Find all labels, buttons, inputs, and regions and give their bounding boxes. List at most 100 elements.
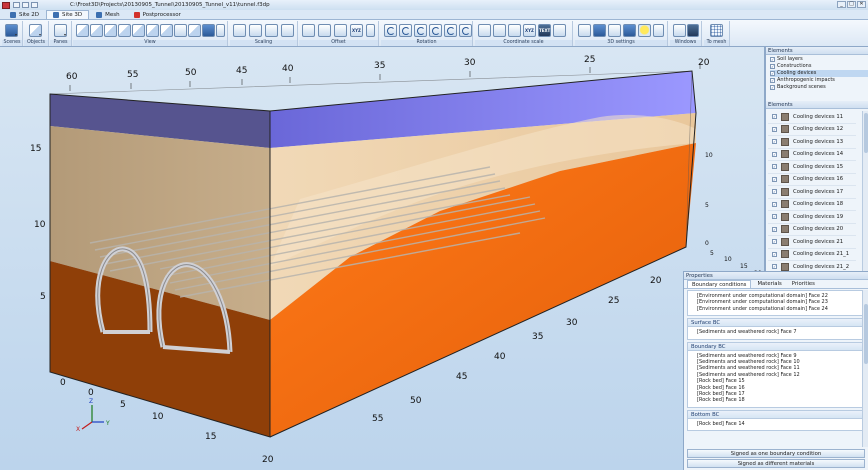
zoom-window-button[interactable] [249, 24, 262, 37]
rotate-neg-y-icon[interactable] [444, 24, 457, 37]
checkbox[interactable]: ✓ [772, 189, 777, 195]
view-perspective-button[interactable] [188, 24, 201, 37]
checkbox[interactable]: ✓ [772, 164, 777, 170]
properties-scrollbar[interactable] [862, 290, 868, 447]
tree-item-soil-layers[interactable]: ✓ Soil layers [770, 56, 868, 63]
tab-site-3d[interactable]: Site 3D [46, 10, 90, 19]
face-item[interactable]: [Rock bed] Face 14 [697, 421, 864, 427]
checkbox[interactable]: ✓ [772, 239, 777, 245]
panes-button[interactable] [54, 24, 67, 37]
list-item[interactable]: ✓ Cooling devices 15 [768, 161, 856, 174]
zoom-fit-button[interactable] [233, 24, 246, 37]
rotate-x-icon[interactable] [384, 24, 397, 37]
tree-item-constructions[interactable]: ✓ Constructions [770, 63, 868, 70]
checkbox[interactable]: ✓ [772, 126, 777, 132]
view-bottom-button[interactable] [146, 24, 159, 37]
checkbox[interactable]: ✓ [772, 114, 777, 120]
list-item[interactable]: ✓ Cooling devices 20 [768, 224, 856, 236]
checkbox[interactable]: ✓ [770, 71, 775, 76]
color-palette-icon[interactable] [578, 24, 591, 37]
scrollbar-thumb[interactable] [864, 113, 868, 153]
checkbox[interactable]: ✓ [772, 151, 777, 157]
face-item[interactable]: [Environment under computational domain]… [697, 306, 864, 312]
tab-boundary-conditions[interactable]: Boundary conditions [687, 280, 752, 288]
tab-materials[interactable]: Materials [753, 280, 785, 288]
checkbox[interactable]: ✓ [772, 176, 777, 182]
tree-item-background-scenes[interactable]: ✓ Background scenes [770, 84, 868, 91]
transparency-button[interactable] [608, 24, 621, 37]
maximize-button[interactable]: □ [847, 1, 856, 8]
render-mode-button[interactable] [593, 24, 606, 37]
offset-up-button[interactable] [302, 24, 315, 37]
list-item[interactable]: ✓ Cooling devices 21_1 [768, 249, 856, 261]
view-reset-button[interactable] [216, 24, 225, 37]
list-item[interactable]: ✓ Cooling devices 21_2 [768, 261, 856, 271]
list-item[interactable]: ✓ Cooling devices 13 [768, 136, 856, 149]
objects-button[interactable] [29, 24, 42, 37]
elements-scrollbar[interactable] [862, 111, 868, 271]
view-left-button[interactable] [104, 24, 117, 37]
zoom-out-icon[interactable] [281, 24, 294, 37]
window-toggle-button[interactable] [687, 24, 699, 37]
list-item[interactable]: ✓ Cooling devices 16 [768, 174, 856, 186]
close-button[interactable]: ✕ [857, 1, 866, 8]
wireframe-button[interactable] [623, 24, 636, 37]
scale-text-button[interactable]: TEXT [538, 24, 551, 37]
rotate-neg-x-icon[interactable] [429, 24, 442, 37]
light-bulb-icon[interactable] [638, 24, 651, 37]
view-shaded-button[interactable] [202, 24, 215, 37]
face-item[interactable]: [Sediments and weathered rock] Face 7 [697, 329, 864, 335]
list-item[interactable]: ✓ Cooling devices 14 [768, 149, 856, 161]
quick-access-undo-icon[interactable] [22, 2, 29, 8]
view-top-button[interactable] [132, 24, 145, 37]
tab-postprocessor[interactable]: Postprocessor [127, 10, 188, 19]
list-item[interactable]: ✓ Cooling devices 18 [768, 199, 856, 211]
minimize-button[interactable]: _ [837, 1, 846, 8]
checkbox[interactable]: ✓ [770, 64, 775, 69]
scale-x-button[interactable] [478, 24, 491, 37]
list-item[interactable]: ✓ Cooling devices 19 [768, 211, 856, 224]
scale-xyz-button[interactable]: XYZ [523, 24, 536, 37]
scale-y-button[interactable] [493, 24, 506, 37]
offset-down-button[interactable] [318, 24, 331, 37]
view-axes-button[interactable] [174, 24, 187, 37]
checkbox[interactable]: ✓ [770, 78, 775, 83]
checkbox[interactable]: ✓ [772, 251, 777, 257]
face-item[interactable]: [Rock bed] Face 18 [697, 397, 864, 403]
tree-item-anthropogenic-impacts[interactable]: ✓ Anthropogenic impacts [770, 77, 868, 84]
rotate-neg-z-icon[interactable] [459, 24, 472, 37]
3d-viewport[interactable]: 60 55 50 45 40 35 30 25 20 15 10 5 0 0 5… [0, 47, 765, 470]
checkbox[interactable]: ✓ [770, 85, 775, 90]
list-item[interactable]: ✓ Cooling devices 12 [768, 124, 856, 136]
scale-z-button[interactable] [508, 24, 521, 37]
section-header[interactable]: Surface BC [687, 318, 865, 328]
tab-priorities[interactable]: Priorities [788, 280, 819, 288]
rotate-z-icon[interactable] [414, 24, 427, 37]
view-iso-button[interactable] [160, 24, 173, 37]
signed-one-boundary-condition-button[interactable]: Signed as one boundary condition [687, 449, 865, 458]
list-item[interactable]: ✓ Cooling devices 21 [768, 236, 856, 249]
checkbox[interactable]: ✓ [772, 226, 777, 232]
to-mesh-grid-icon[interactable] [710, 24, 723, 37]
scenes-button[interactable] [5, 24, 18, 37]
model-canvas[interactable]: 60 55 50 45 40 35 30 25 20 15 10 5 0 0 5… [0, 47, 765, 470]
view-front-button[interactable] [76, 24, 89, 37]
tab-mesh[interactable]: Mesh [89, 10, 126, 19]
checkbox[interactable]: ✓ [770, 57, 775, 62]
tree-item-cooling-devices[interactable]: ✓ Cooling devices [770, 70, 868, 77]
quick-access-save-icon[interactable] [13, 2, 20, 8]
quick-access-redo-icon[interactable] [31, 2, 38, 8]
tab-site-2d[interactable]: Site 2D [3, 10, 46, 19]
section-header[interactable]: Boundary BC [687, 341, 865, 351]
window-layout-button[interactable] [673, 24, 686, 37]
scrollbar-thumb[interactable] [864, 304, 868, 364]
view-right-button[interactable] [118, 24, 131, 37]
view-back-button[interactable] [90, 24, 103, 37]
checkbox[interactable]: ✓ [772, 139, 777, 145]
list-item[interactable]: ✓ Cooling devices 11 [768, 111, 856, 124]
offset-xyz-button[interactable]: XYZ [350, 24, 363, 37]
offset-reset-button[interactable] [366, 24, 375, 37]
signed-different-materials-button[interactable]: Signed as different materials [687, 459, 865, 468]
zoom-in-icon[interactable] [265, 24, 278, 37]
scale-reset-button[interactable] [553, 24, 566, 37]
